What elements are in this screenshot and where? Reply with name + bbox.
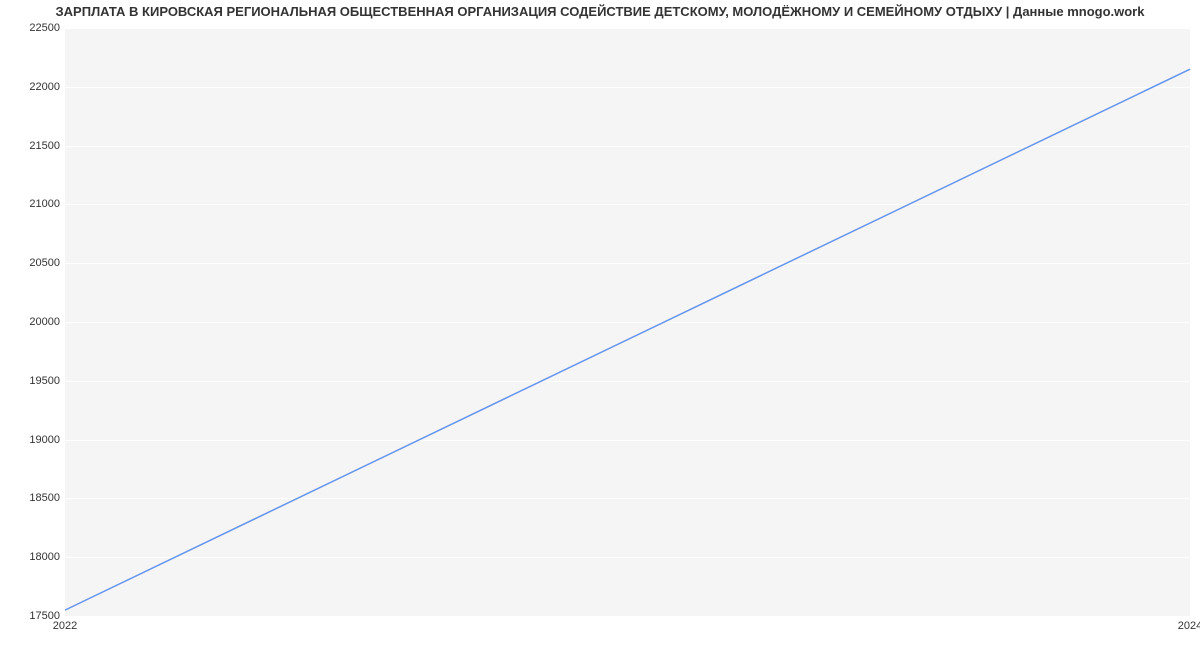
y-tick-label: 19500 [5,375,60,387]
y-tick-label: 19000 [5,434,60,446]
y-tick-label: 22000 [5,81,60,93]
y-tick-label: 22500 [5,22,60,34]
x-tick-label: 2022 [53,620,77,632]
x-tick-label: 2024 [1178,620,1200,632]
line-layer [65,28,1190,616]
y-tick-label: 20000 [5,316,60,328]
y-tick-label: 18000 [5,551,60,563]
y-tick-label: 17500 [5,610,60,622]
y-tick-label: 20500 [5,257,60,269]
y-tick-label: 21500 [5,140,60,152]
chart-title: ЗАРПЛАТА В КИРОВСКАЯ РЕГИОНАЛЬНАЯ ОБЩЕСТ… [0,4,1200,19]
y-tick-label: 21000 [5,198,60,210]
grid-line [65,616,1190,617]
data-line [65,69,1190,610]
y-tick-label: 18500 [5,492,60,504]
